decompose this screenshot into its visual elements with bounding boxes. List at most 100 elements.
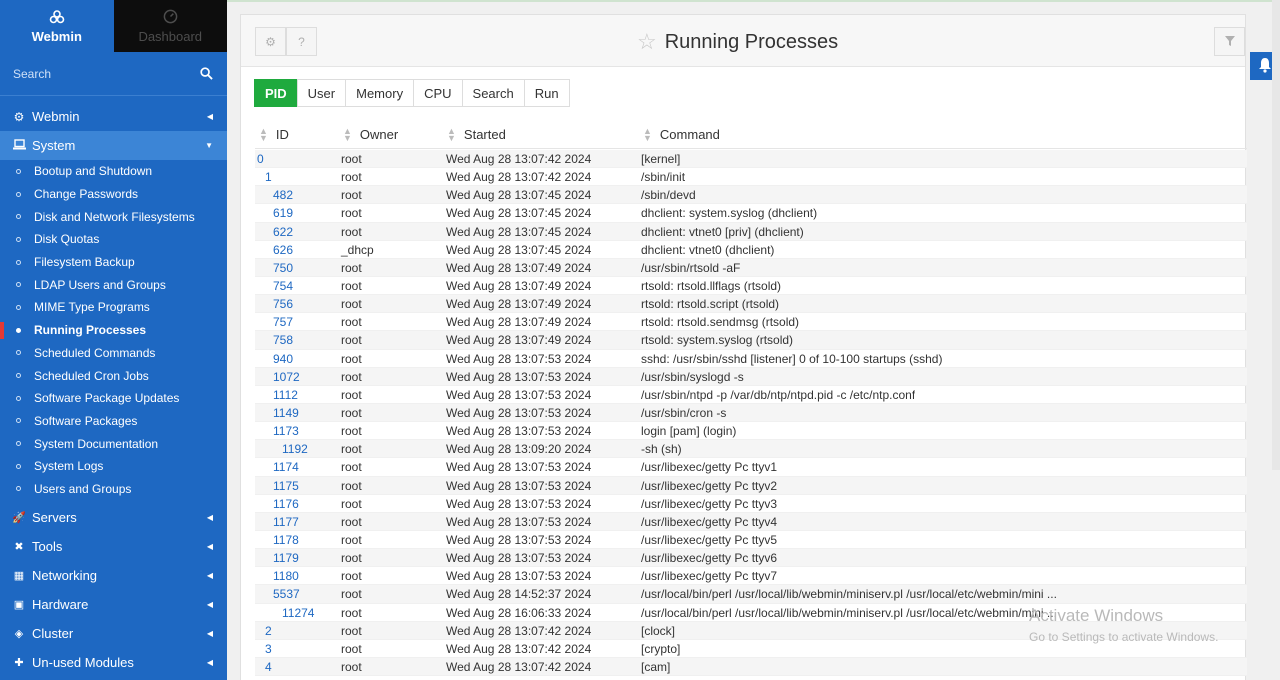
sidebar-item-bootup-and-shutdown[interactable]: Bootup and Shutdown (0, 160, 227, 183)
tab-run[interactable]: Run (523, 79, 570, 107)
table-row[interactable]: 1175 root Wed Aug 28 13:07:53 2024/usr/lib… (255, 476, 1247, 495)
sidebar-item-users-and-groups[interactable]: Users and Groups (0, 478, 227, 501)
table-row[interactable]: 1174 root Wed Aug 28 13:07:53 2024/usr/lib… (255, 458, 1247, 477)
table-row[interactable]: 0 root Wed Aug 28 13:07:42 2024 [kernel] (255, 150, 1247, 169)
sidebar-item-change-passwords[interactable]: Change Passwords (0, 183, 227, 206)
menu-category-un-used-modules[interactable]: ✚ Un-used Modules ◀ (0, 648, 227, 677)
sidebar-item-filesystem-backup[interactable]: Filesystem Backup (0, 251, 227, 274)
process-id-link[interactable]: 1149 (273, 406, 299, 420)
table-row[interactable]: 940 root Wed Aug 28 13:07:53 2024 sshd: /us… (255, 350, 1247, 368)
tab-pid[interactable]: PID (254, 79, 298, 107)
menu-category-cluster[interactable]: ◈ Cluster ◀ (0, 619, 227, 648)
sidebar-item-software-packages[interactable]: Software Packages (0, 410, 227, 433)
sidebar-item-running-processes[interactable]: Running Processes (0, 319, 227, 342)
sidebar-item-ldap-users-and-groups[interactable]: LDAP Users and Groups (0, 273, 227, 296)
table-row[interactable]: 1192 root Wed Aug 28 13:09:20 2024 -sh (sh) (255, 440, 1247, 459)
search-input[interactable]: Search (13, 67, 51, 81)
table-row[interactable]: 1180 root Wed Aug 28 13:07:53 2024/usr/lib… (255, 567, 1247, 586)
tab-memory[interactable]: Memory (345, 79, 415, 107)
column-header-command[interactable]: ▲ ▼ Command (643, 126, 720, 142)
sidebar-search[interactable]: Search (0, 52, 227, 96)
process-id-link[interactable]: 758 (273, 333, 293, 347)
table-row[interactable]: 758 root Wed Aug 28 13:07:49 2024 rtsold: s… (255, 331, 1247, 350)
menu-category-webmin[interactable]: ⚙ Webmin ◀ (0, 102, 227, 131)
process-id-link[interactable]: 1179 (273, 551, 299, 565)
tab-search[interactable]: Search (461, 79, 525, 107)
process-id-link[interactable]: 1177 (273, 515, 299, 529)
table-row[interactable]: 1173 root Wed Aug 28 13:07:53 2024 login [p… (255, 422, 1247, 441)
menu-category-hardware[interactable]: ▣ Hardware ◀ (0, 590, 227, 619)
menu-category-tools[interactable]: ✖ Tools ◀ (0, 532, 227, 561)
process-id-link[interactable]: 1180 (273, 569, 299, 583)
table-row[interactable]: 754 root Wed Aug 28 13:07:49 2024 rtsold: r… (255, 277, 1247, 296)
tab-webmin[interactable]: Webmin (0, 0, 114, 52)
process-id-link[interactable]: 2 (265, 624, 272, 638)
table-row[interactable]: 1072 root Wed Aug 28 13:07:53 2024/usr/sbi… (255, 367, 1247, 386)
table-row[interactable]: 1176 root Wed Aug 28 13:07:53 2024/usr/lib… (255, 495, 1247, 513)
tab-cpu[interactable]: CPU (413, 79, 463, 107)
process-id-link[interactable]: 940 (273, 352, 293, 366)
table-row[interactable]: 1149 root Wed Aug 28 13:07:53 2024/usr/sbi… (255, 403, 1247, 423)
process-id-link[interactable]: 622 (273, 225, 293, 239)
menu-category-system[interactable]: System ▼ (0, 131, 227, 160)
table-row[interactable]: 622 root Wed Aug 28 13:07:45 2024 dhclient:… (255, 222, 1247, 241)
sidebar-item-disk-quotas[interactable]: Disk Quotas (0, 228, 227, 251)
star-icon[interactable]: ☆ (637, 29, 657, 55)
process-id-link[interactable]: 1112 (273, 388, 298, 402)
process-id-link[interactable]: 757 (273, 315, 293, 329)
sidebar-item-label: Scheduled Cron Jobs (34, 368, 149, 383)
process-id-link[interactable]: 619 (273, 206, 293, 220)
process-id-link[interactable]: 1 (265, 170, 272, 184)
process-id-link[interactable]: 1072 (273, 370, 300, 384)
sidebar-item-software-package-updates[interactable]: Software Package Updates (0, 387, 227, 410)
process-id-link[interactable]: 1178 (273, 533, 299, 547)
process-id-link[interactable]: 11274 (282, 606, 314, 620)
tab-dashboard[interactable]: Dashboard (113, 0, 227, 52)
table-row[interactable]: 750 root Wed Aug 28 13:07:49 2024/usr/sbin… (255, 258, 1247, 277)
column-header-owner[interactable]: ▲ ▼ Owner (343, 126, 398, 142)
table-row[interactable]: 756 root Wed Aug 28 13:07:49 2024 rtsold: r… (255, 295, 1247, 314)
process-id-link[interactable]: 0 (257, 152, 264, 166)
menu-category-networking[interactable]: ▦ Networking ◀ (0, 561, 227, 590)
process-id-link[interactable]: 756 (273, 297, 293, 311)
table-row[interactable]: 482 root Wed Aug 28 13:07:45 2024/sbin/dev… (255, 186, 1247, 205)
column-header-started[interactable]: ▲ ▼ Started (447, 126, 506, 142)
sidebar-item-mime-type-programs[interactable]: MIME Type Programs (0, 296, 227, 319)
process-id-link[interactable]: 1174 (273, 460, 299, 474)
tab-user[interactable]: User (296, 79, 347, 107)
table-row[interactable]: 1112 root Wed Aug 28 13:07:53 2024/usr/sbi… (255, 386, 1247, 404)
process-id-link[interactable]: 754 (273, 279, 293, 293)
process-command: [crypto] (641, 641, 681, 656)
sidebar-item-disk-and-network-filesystems[interactable]: Disk and Network Filesystems (0, 205, 227, 228)
sidebar-item-system-documentation[interactable]: System Documentation (0, 432, 227, 455)
table-row[interactable]: 757 root Wed Aug 28 13:07:49 2024 rtsold: r… (255, 313, 1247, 332)
process-id-link[interactable]: 750 (273, 261, 293, 275)
column-header-id[interactable]: ▲ ▼ ID (259, 126, 289, 142)
process-id-link[interactable]: 5537 (273, 587, 300, 601)
table-row[interactable]: 4 root Wed Aug 28 13:07:42 2024 [cam] (255, 657, 1247, 677)
table-row[interactable]: 1178 root Wed Aug 28 13:07:53 2024/usr/lib… (255, 531, 1247, 550)
help-button[interactable]: ? (286, 27, 317, 56)
process-id-link[interactable]: 482 (273, 188, 293, 202)
table-row[interactable]: 5537 root Wed Aug 28 14:52:37 2024/usr/loc… (255, 585, 1247, 604)
process-id-link[interactable]: 4 (265, 660, 272, 674)
process-id-link[interactable]: 1192 (282, 442, 308, 456)
module-config-button[interactable]: ⚙ (255, 27, 286, 56)
process-id-link[interactable]: 1173 (273, 424, 299, 438)
process-id-link[interactable]: 1175 (273, 479, 299, 493)
sidebar-item-scheduled-commands[interactable]: Scheduled Commands (0, 342, 227, 365)
sidebar-item-system-logs[interactable]: System Logs (0, 455, 227, 478)
table-row[interactable]: 1179 root Wed Aug 28 13:07:53 2024/usr/lib… (255, 549, 1247, 568)
sidebar-item-scheduled-cron-jobs[interactable]: Scheduled Cron Jobs (0, 364, 227, 387)
table-row[interactable]: 619 root Wed Aug 28 13:07:45 2024 dhclient:… (255, 204, 1247, 223)
menu-category-servers[interactable]: 🚀 Servers ◀ (0, 503, 227, 532)
search-icon[interactable] (200, 66, 214, 81)
table-row[interactable]: 1 root Wed Aug 28 13:07:42 2024/sbin/init (255, 168, 1247, 187)
process-id-link[interactable]: 626 (273, 243, 293, 257)
table-row[interactable]: 626 _dhcp Wed Aug 28 13:07:45 2024 dhclient… (255, 241, 1247, 259)
filter-button[interactable] (1214, 27, 1245, 56)
process-id-link[interactable]: 3 (265, 642, 272, 656)
table-row[interactable]: 1177 root Wed Aug 28 13:07:53 2024/usr/lib… (255, 512, 1247, 531)
page-scrollbar[interactable] (1272, 0, 1280, 470)
process-id-link[interactable]: 1176 (273, 497, 299, 511)
